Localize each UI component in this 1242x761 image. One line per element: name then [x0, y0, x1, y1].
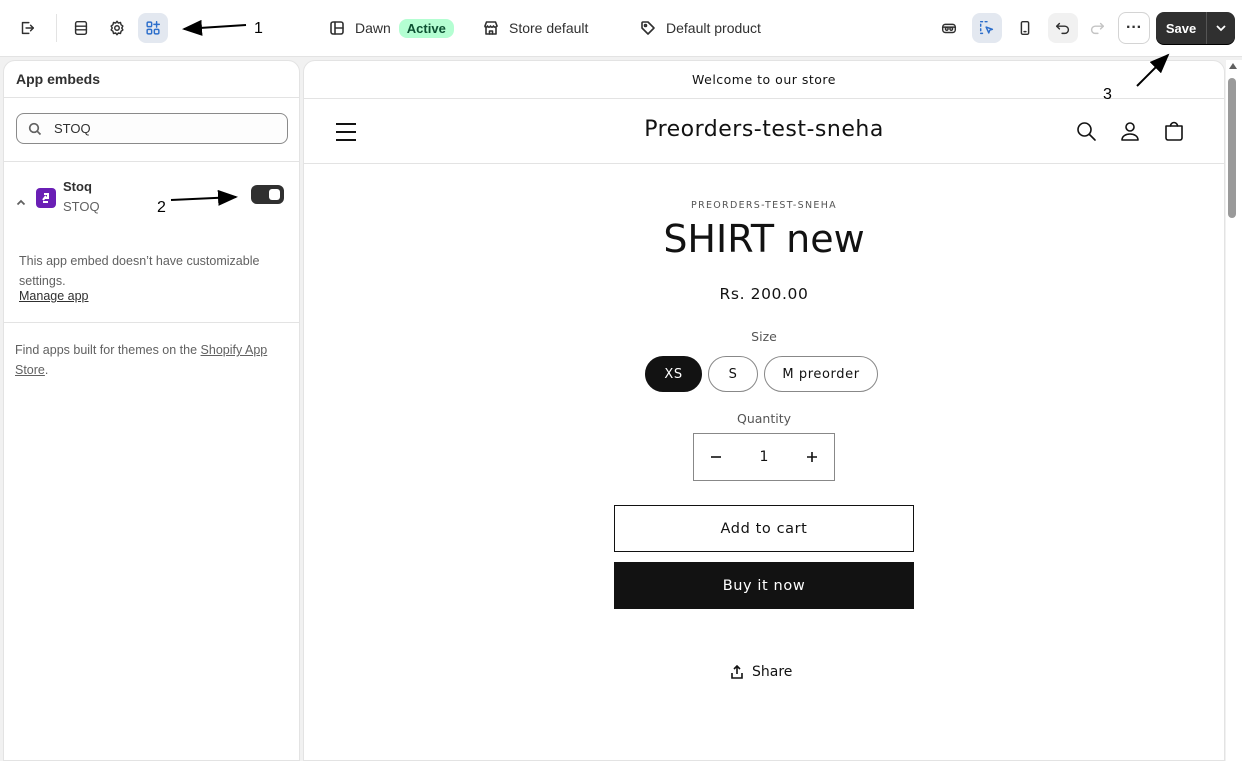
account-icon[interactable] — [1118, 119, 1142, 143]
manage-app-link[interactable]: Manage app — [19, 289, 89, 303]
scrollbar-thumb[interactable] — [1228, 78, 1236, 218]
app-name: Stoq — [63, 179, 92, 194]
sections-icon[interactable] — [66, 13, 96, 43]
plus-icon — [807, 452, 817, 462]
search-field[interactable] — [16, 113, 288, 144]
size-label: Size — [751, 329, 777, 344]
product-title: SHIRT new — [663, 217, 865, 261]
quantity-label: Quantity — [736, 411, 792, 426]
product-template-selector[interactable]: Default product — [640, 16, 761, 40]
no-settings-note: This app embed doesn’t have customizable… — [19, 254, 260, 288]
product-template-label: Default product — [666, 20, 761, 36]
inspector-icon[interactable] — [934, 13, 964, 43]
store-icon — [484, 21, 498, 35]
store-template-label: Store default — [509, 20, 589, 36]
app-embeds-icon[interactable] — [138, 13, 168, 43]
find-apps-text: Find apps built for themes on the Shopif… — [15, 340, 285, 380]
buy-it-now-button[interactable]: Buy it now — [614, 562, 914, 609]
share-icon — [731, 665, 743, 679]
save-options-button[interactable] — [1207, 12, 1235, 44]
quantity-input[interactable]: 1 — [738, 449, 790, 465]
share-button[interactable]: Share — [730, 662, 792, 682]
decrease-quantity-button[interactable] — [694, 434, 738, 480]
layout-icon — [330, 21, 344, 35]
quantity-stepper: 1 — [693, 433, 835, 481]
store-preview: Welcome to our store Preorders-test-sneh… — [303, 60, 1225, 761]
app-embeds-panel: App embeds Stoq STOQ This app embed does… — [3, 60, 300, 761]
more-actions-button[interactable]: ··· — [1118, 12, 1150, 44]
search-icon[interactable] — [1074, 119, 1098, 143]
stoq-app-icon — [36, 188, 56, 208]
annotation-label-2: 2 — [157, 199, 166, 216]
size-option-xs[interactable]: XS — [645, 356, 702, 392]
annotation-label-3: 3 — [1103, 86, 1112, 103]
increase-quantity-button[interactable] — [790, 434, 834, 480]
gear-icon[interactable] — [102, 13, 132, 43]
panel-divider — [4, 97, 299, 98]
panel-title: App embeds — [16, 71, 101, 87]
undo-icon[interactable] — [1048, 13, 1078, 43]
tag-icon — [641, 21, 655, 35]
cart-icon[interactable] — [1162, 119, 1186, 143]
status-badge: Active — [398, 18, 454, 38]
search-input[interactable] — [54, 121, 254, 136]
announcement-bar: Welcome to our store — [304, 61, 1224, 99]
minus-icon — [711, 456, 721, 458]
chevron-down-icon — [1216, 25, 1226, 32]
save-button[interactable]: Save — [1156, 12, 1207, 44]
panel-divider — [4, 322, 299, 323]
theme-name: Dawn — [355, 20, 391, 36]
editor-topbar: Dawn Active Store default Default produc… — [0, 0, 1242, 57]
size-option-m-preorder[interactable]: M preorder — [764, 356, 878, 392]
mobile-preview-icon[interactable] — [1010, 13, 1040, 43]
save-button-group: Save — [1156, 12, 1235, 44]
search-icon — [28, 122, 42, 135]
exit-icon[interactable] — [12, 13, 42, 43]
redo-icon[interactable] — [1082, 13, 1112, 43]
app-subtitle: STOQ — [63, 199, 100, 214]
chevron-up-icon[interactable] — [16, 195, 26, 206]
store-header: Preorders-test-sneha — [304, 99, 1224, 164]
size-option-s[interactable]: S — [708, 356, 758, 392]
add-to-cart-button[interactable]: Add to cart — [614, 505, 914, 552]
panel-divider — [4, 161, 299, 162]
app-embed-toggle[interactable] — [251, 185, 284, 204]
product-vendor: PREORDERS-TEST-SNEHA — [691, 200, 837, 211]
scroll-up-arrow[interactable] — [1229, 63, 1237, 69]
find-apps-prefix: Find apps built for themes on the — [15, 343, 201, 357]
product-price: Rs. 200.00 — [719, 285, 809, 303]
find-apps-suffix: . — [44, 363, 49, 377]
store-template-selector[interactable]: Store default — [483, 16, 588, 40]
share-label: Share — [752, 664, 793, 680]
toggle-knob — [269, 189, 280, 200]
app-embed-row: Stoq STOQ — [4, 179, 299, 223]
select-cursor-icon[interactable] — [972, 13, 1002, 43]
annotation-label-1: 1 — [254, 20, 263, 37]
topbar-divider — [56, 14, 57, 42]
theme-selector[interactable]: Dawn Active — [329, 16, 454, 40]
